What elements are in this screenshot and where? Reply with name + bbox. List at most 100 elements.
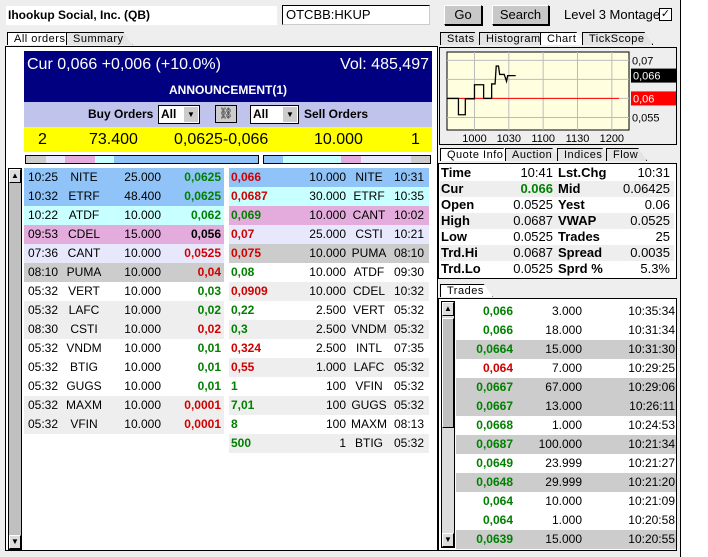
bid-row[interactable]: 05:32 VERT 10.000 0,03 [24,282,224,301]
quote-row: Cur 0.066 Mid 0.06425 [440,181,674,197]
tab-quote-info[interactable]: Quote Info [440,148,512,161]
bid-market-maker: MAXM [66,398,102,412]
level3-label: Level 3 Montage [564,7,661,22]
ask-row[interactable]: 0,075 10.000 PUMA 08:10 [229,244,429,263]
chart-panel: 1000 1030 1100 1130 1200 0,07 0,055 0,066 0,06 [439,47,677,145]
ask-price: 7,01 [231,398,255,412]
bid-price: 0,01 [197,360,221,374]
trade-size: 1.000 [551,513,582,527]
ask-row[interactable]: 0,08 10.000 ATDF 09:30 [229,263,429,282]
trade-row: 0,064 10.000 10:21:09 [456,492,676,511]
tab-indices[interactable]: Indices [557,148,611,161]
scroll-down-icon[interactable]: ▼ [9,535,21,549]
ask-row[interactable]: 0,07 25.000 CSTI 10:21 [229,225,429,244]
ask-market-maker: CDEL [352,284,385,298]
depth-segment [45,156,66,163]
bid-row[interactable]: 05:32 MAXM 10.000 0,0001 [24,396,224,415]
bid-size: 10.000 [124,284,161,298]
ask-row[interactable]: 0,324 2.500 INTL 07:35 [229,339,429,358]
tab-all-orders[interactable]: All orders [7,32,74,45]
trades-scrollbar[interactable]: ▲ ▼ [441,301,455,548]
ask-price: 0,0909 [231,284,268,298]
ask-row[interactable]: 0,069 10.000 CANT 10:02 [229,206,429,225]
ask-row[interactable]: 0,066 10.000 NITE 10:31 [229,168,429,187]
ask-time: 10:32 [393,284,424,298]
bid-row[interactable]: 08:30 CSTI 10.000 0,02 [24,320,224,339]
tab-stats[interactable]: Stats [440,32,484,45]
bid-price: 0,02 [197,322,221,336]
bid-row[interactable]: 05:32 VNDM 10.000 0,01 [24,339,224,358]
trade-time: 10:29:06 [628,380,675,394]
ask-size: 2.500 [315,322,346,336]
scroll-up-icon[interactable]: ▲ [442,302,454,316]
tab-trades[interactable]: Trades [440,284,493,297]
quote-label: Spread [558,245,603,260]
ask-row[interactable]: 0,55 1.000 LAFC 05:32 [229,358,429,377]
tab-summary[interactable]: Summary [66,32,133,45]
buy-filter-select[interactable]: All ▼ [158,105,200,124]
bid-row[interactable]: 09:53 CDEL 15.000 0,056 [24,225,224,244]
go-button[interactable]: Go [444,5,482,25]
scroll-down-icon[interactable]: ▼ [442,533,454,547]
ask-row[interactable]: 0,22 2.500 VERT 05:32 [229,301,429,320]
tab-chart[interactable]: Chart [540,32,585,45]
bid-row[interactable]: 08:10 PUMA 10.000 0,04 [24,263,224,282]
trade-time: 10:31:30 [628,342,675,356]
trade-price: 0,0648 [476,475,513,489]
bid-row[interactable]: 05:32 BTIG 10.000 0,01 [24,358,224,377]
bid-row[interactable]: 05:32 LAFC 10.000 0,02 [24,301,224,320]
bid-price: 0,01 [197,341,221,355]
ask-row[interactable]: 1 100 VFIN 05:32 [229,377,429,396]
ask-price: 8 [231,417,238,431]
link-icon[interactable]: ⛓ [215,105,237,123]
ask-row[interactable]: 500 1 BTIG 05:32 [229,434,429,453]
bid-time: 10:22 [28,208,59,222]
ask-row[interactable]: 0,3 2.500 VNDM 05:32 [229,320,429,339]
bid-time: 05:32 [28,303,59,317]
quote-info-table: Time 10:41 Lst.Chg 10:31 Cur 0.066 Mid 0.06425 … [438,163,677,279]
ask-time: 10:02 [393,208,424,222]
scroll-up-icon[interactable]: ▲ [9,169,21,183]
announcement-link[interactable]: ANNOUNCEMENT(1) [24,83,432,97]
level3-checkbox[interactable]: ✓ [659,8,672,21]
order-book-scrollbar[interactable]: ▲ ▼ [8,168,22,550]
ask-size: 10.000 [314,131,363,148]
trade-size: 29.999 [545,475,582,489]
quote-value: 25 [655,229,670,244]
depth-segment [65,156,95,163]
search-button[interactable]: Search [492,5,549,25]
bid-size: 48.400 [124,189,161,203]
ask-row[interactable]: 0,0687 30.000 ETRF 10:35 [229,187,429,206]
bid-row[interactable]: 10:32 ETRF 48.400 0,0625 [24,187,224,206]
quote-label: Time [441,165,472,180]
quote-label: Yest [558,197,585,212]
tab-auction[interactable]: Auction [505,148,561,161]
trade-size: 100.000 [538,437,582,451]
bid-row[interactable]: 10:22 ATDF 10.000 0,062 [24,206,224,225]
ask-row[interactable]: 8 100 MAXM 08:13 [229,415,429,434]
bid-time: 05:32 [28,284,59,298]
depth-segment [94,156,115,163]
quote-value: 0.0035 [630,245,670,260]
bid-row[interactable]: 05:32 GUGS 10.000 0,01 [24,377,224,396]
tab-flow[interactable]: Flow [606,148,647,161]
ask-row[interactable]: 0,0909 10.000 CDEL 10:32 [229,282,429,301]
bid-time: 07:36 [28,246,59,260]
bid-row[interactable]: 07:36 CANT 10.000 0,0525 [24,244,224,263]
ask-time: 08:13 [393,417,424,431]
sell-filter-select[interactable]: All ▼ [250,105,299,124]
tab-tickscope[interactable]: TickScope [582,32,653,45]
trade-row: 0,0664 15.000 10:31:30 [456,340,676,359]
quote-value: 0.0525 [630,213,670,228]
symbol-input[interactable]: OTCBB:HKUP [282,5,430,25]
tab-histogram[interactable]: Histogram [479,32,550,45]
scroll-thumb[interactable] [442,318,454,428]
ask-market-maker: VNDM [351,322,387,336]
ask-row[interactable]: 7,01 100 GUGS 05:32 [229,396,429,415]
bid-row[interactable]: 10:25 NITE 25.000 0,0625 [24,168,224,187]
ask-market-maker: LAFC [353,360,385,374]
sell-orders-label: Sell Orders [304,107,369,121]
bid-price: 0,0001 [184,398,221,412]
bid-row[interactable]: 05:32 VFIN 10.000 0,0001 [24,415,224,434]
trade-size: 15.000 [545,342,582,356]
